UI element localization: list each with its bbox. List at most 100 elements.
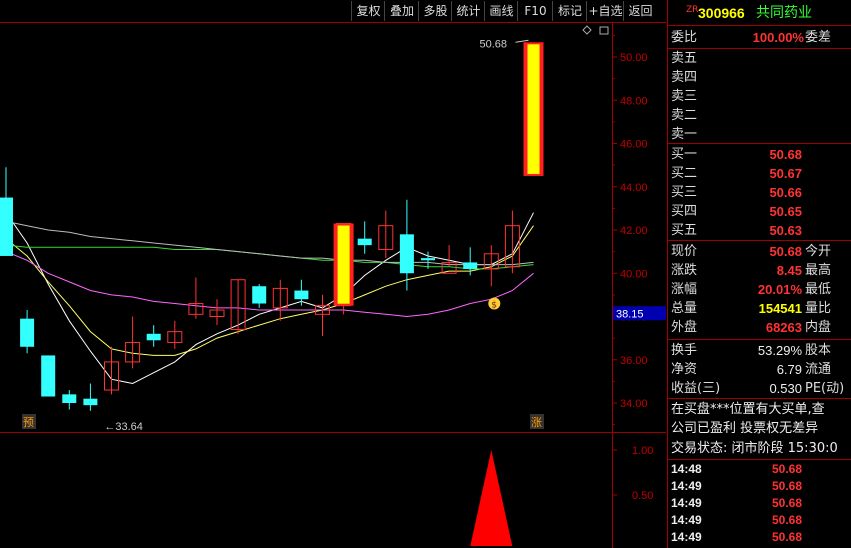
buy-price: 50.66 bbox=[769, 185, 802, 200]
toolbar-button-0[interactable]: 复权 bbox=[351, 1, 385, 21]
toolbar-button-8[interactable]: 返回 bbox=[623, 1, 657, 21]
tick-price: 50.68 bbox=[771, 496, 802, 510]
ma-line-3 bbox=[5, 244, 534, 270]
quote-label: 涨跌 bbox=[671, 263, 698, 278]
big-up-candle-inner bbox=[337, 225, 350, 304]
toolbar-button-5[interactable]: F10 bbox=[517, 1, 553, 21]
buy-price: 50.65 bbox=[769, 204, 802, 219]
stat-value: 6.79 bbox=[776, 362, 802, 377]
marker-pre: 预 bbox=[23, 416, 34, 429]
quote-label: 现价 bbox=[671, 244, 698, 259]
quote-value: 68263 bbox=[765, 320, 802, 335]
quote-label2: 最低 bbox=[805, 282, 832, 297]
money-bag-glyph: $ bbox=[491, 301, 497, 311]
sell-row: 卖一 bbox=[668, 125, 851, 144]
buy-row: 买二 50.67 bbox=[668, 164, 851, 183]
divider bbox=[668, 25, 851, 26]
quote-row: 总量 154541 量比 bbox=[668, 299, 851, 318]
candle-body bbox=[146, 333, 161, 341]
toolbar-button-1[interactable]: 叠加 bbox=[384, 1, 419, 21]
sell-label: 卖五 bbox=[671, 51, 698, 66]
toolbar-button-3[interactable]: 统计 bbox=[451, 1, 485, 21]
divider bbox=[668, 398, 851, 399]
quote-label2: 量比 bbox=[805, 301, 832, 316]
buy-label: 买三 bbox=[671, 185, 698, 200]
quote-label2: 最高 bbox=[805, 263, 832, 278]
weibi-value: 100.00% bbox=[752, 30, 804, 45]
stat-label2: PE(动) bbox=[805, 381, 845, 396]
y-tick-label: 44.00 bbox=[620, 182, 648, 194]
quote-row: 现价 50.68 今开 bbox=[668, 242, 851, 261]
diamond-icon bbox=[582, 25, 592, 35]
quote-panel: ZR 300966 共同药业 委比 100.00% 委差 卖五 卖四 卖三 卖二 卖一 … bbox=[667, 0, 851, 548]
price-tag-label: 38.15 bbox=[616, 308, 644, 320]
tick-time: 14:49 bbox=[671, 530, 702, 544]
stat-label: 净资 bbox=[671, 362, 698, 377]
candle-body bbox=[463, 262, 478, 269]
quote-value: 50.68 bbox=[769, 244, 802, 259]
low-label: ←33.64 bbox=[104, 421, 143, 433]
divider bbox=[668, 339, 851, 340]
chart-toolbar: 复权 叠加 多股 统计 画线 F10 标记 +自选 返回 bbox=[0, 0, 666, 22]
sell-label: 卖一 bbox=[671, 127, 698, 142]
buy-label: 买五 bbox=[671, 223, 698, 238]
tick-time: 14:49 bbox=[671, 479, 702, 493]
zr-badge: ZR bbox=[686, 5, 699, 15]
buy-label: 买二 bbox=[671, 166, 698, 181]
kline-chart[interactable]: 50.0048.0046.0044.0042.0040.0038.0036.00… bbox=[0, 22, 666, 548]
candle-body bbox=[294, 290, 309, 300]
stat-row: 收益(三) 0.530 PE(动) bbox=[668, 379, 851, 398]
stat-label2: 股本 bbox=[805, 343, 832, 358]
weibi-label: 委比 bbox=[671, 30, 698, 45]
quote-label2: 内盘 bbox=[805, 320, 832, 335]
tick-row: 14:49 50.68 bbox=[668, 495, 851, 512]
trade-status: 交易状态: 闭市阶段 15:30:0 bbox=[671, 441, 838, 456]
buy-price: 50.67 bbox=[769, 166, 802, 181]
tick-row: 14:49 50.68 bbox=[668, 529, 851, 546]
divider bbox=[668, 143, 851, 144]
buy-row: 买三 50.66 bbox=[668, 183, 851, 202]
stat-value: 53.29% bbox=[757, 343, 802, 358]
marker-up: 涨 bbox=[531, 416, 542, 429]
quote-row: 外盘 68263 内盘 bbox=[668, 318, 851, 337]
ma-line-4 bbox=[5, 220, 534, 266]
tick-price: 50.68 bbox=[771, 530, 802, 544]
stock-code: 300966 bbox=[698, 5, 745, 21]
toolbar-button-4[interactable]: 画线 bbox=[484, 1, 518, 21]
quote-label: 总量 bbox=[671, 301, 698, 316]
buy-row: 买五 50.63 bbox=[668, 221, 851, 240]
candle-body bbox=[62, 394, 77, 403]
buy-row: 买一 50.68 bbox=[668, 145, 851, 164]
stat-label: 收益(三) bbox=[671, 381, 721, 396]
y-tick-label: 42.00 bbox=[620, 225, 648, 237]
high-label-pointer bbox=[515, 39, 529, 43]
y-tick-label: 46.00 bbox=[620, 139, 648, 151]
high-label: 50.68 bbox=[480, 38, 508, 50]
tick-row: 14:49 50.68 bbox=[668, 512, 851, 529]
candle-body bbox=[357, 238, 372, 246]
divider bbox=[668, 240, 851, 241]
sell-label: 卖二 bbox=[671, 108, 698, 123]
buy-label: 买一 bbox=[671, 147, 698, 162]
quote-row: 涨跌 8.45 最高 bbox=[668, 261, 851, 280]
candle-body bbox=[421, 258, 435, 261]
stock-header[interactable]: ZR 300966 共同药业 bbox=[668, 2, 851, 24]
quote-label: 外盘 bbox=[671, 320, 698, 335]
toolbar-button-7[interactable]: +自选 bbox=[586, 1, 624, 21]
candle-body bbox=[20, 318, 35, 347]
toolbar-button-6[interactable]: 标记 bbox=[552, 1, 587, 21]
sell-row: 卖三 bbox=[668, 87, 851, 106]
y-tick-label: 36.00 bbox=[620, 355, 648, 367]
tick-time: 14:49 bbox=[671, 513, 702, 527]
stat-label2: 流通 bbox=[805, 362, 832, 377]
stat-row: 净资 6.79 流通 bbox=[668, 360, 851, 379]
quote-label: 涨幅 bbox=[671, 282, 698, 297]
y-tick-label: 34.00 bbox=[620, 398, 648, 410]
limit-up-candle-inner bbox=[527, 44, 540, 174]
tick-price: 50.68 bbox=[771, 513, 802, 527]
y-tick-label: 48.00 bbox=[620, 95, 648, 107]
toolbar-button-2[interactable]: 多股 bbox=[418, 1, 452, 21]
candle-body bbox=[252, 286, 267, 304]
sell-label: 卖四 bbox=[671, 70, 698, 85]
candle-body bbox=[41, 355, 56, 397]
